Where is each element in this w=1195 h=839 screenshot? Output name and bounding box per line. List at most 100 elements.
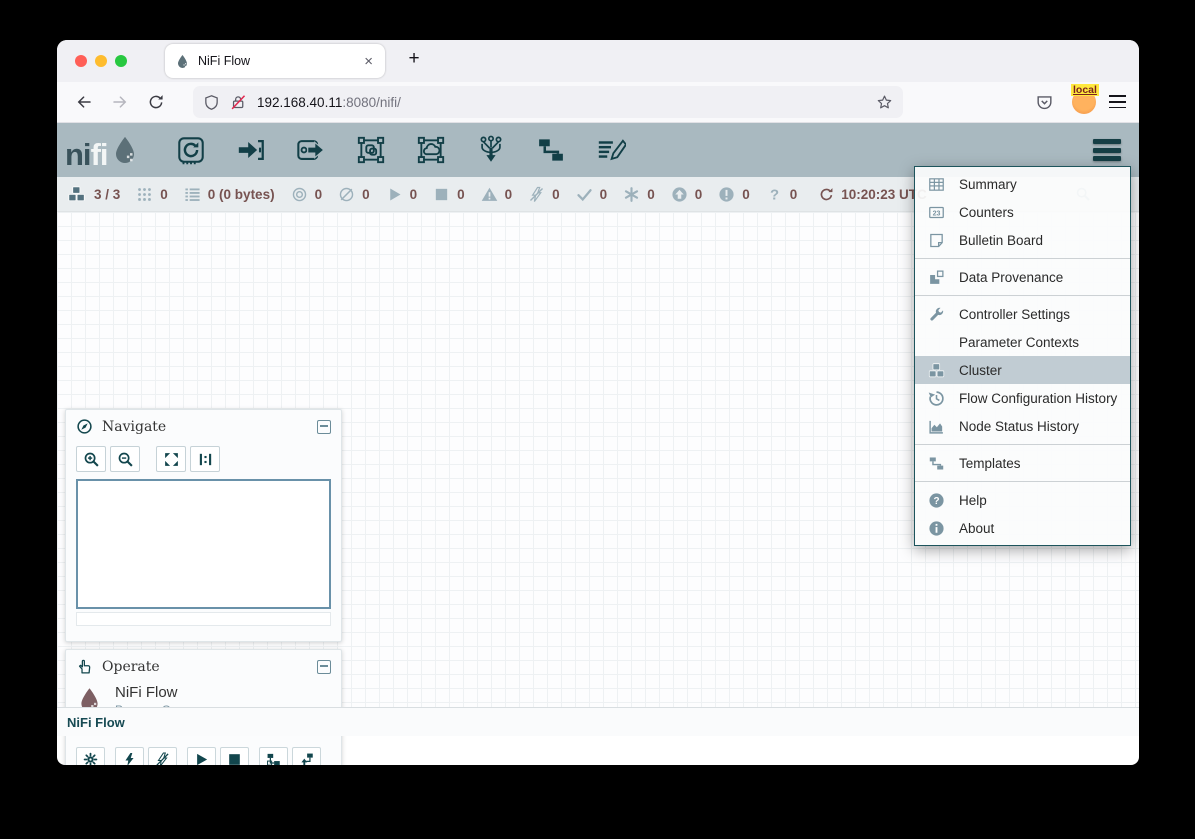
actual-size-button[interactable]	[190, 446, 220, 472]
hand-icon	[76, 658, 93, 675]
nifi-logo: nifi	[65, 132, 140, 168]
menu-item-cluster[interactable]: Cluster	[915, 356, 1130, 384]
stat-value: 0	[410, 187, 418, 202]
stat-value: 0	[362, 187, 370, 202]
stat-value: 0	[742, 187, 750, 202]
close-window-button[interactable]	[75, 55, 87, 67]
profile-badge: local	[1071, 84, 1099, 96]
stat-value: 0 (0 bytes)	[208, 187, 275, 202]
last-refresh-clock[interactable]: 10:20:23 UTC	[819, 187, 927, 202]
pocket-icon[interactable]	[1035, 93, 1054, 112]
stat-disabled: 0	[528, 186, 560, 203]
configure-button[interactable]	[76, 747, 105, 765]
stat-sync-question: ?0	[766, 186, 798, 203]
browser-tab[interactable]: NiFi Flow ×	[165, 44, 385, 78]
stop-icon	[227, 752, 242, 765]
birdseye-strip[interactable]	[76, 612, 331, 626]
shield-icon[interactable]	[203, 94, 220, 111]
insecure-lock-icon[interactable]	[230, 94, 247, 111]
menu-item-templates[interactable]: Templates	[915, 449, 1130, 477]
zoom-fit-button[interactable]	[156, 446, 186, 472]
disabled-icon	[528, 186, 545, 203]
menu-item-bulletin-board[interactable]: Bulletin Board	[915, 226, 1130, 254]
menu-separator	[915, 258, 1130, 259]
navigate-title: Navigate	[102, 419, 317, 435]
invalid-icon	[623, 186, 640, 203]
breadcrumb[interactable]: NiFi Flow	[67, 715, 125, 730]
not-transmitting-icon	[338, 186, 355, 203]
menu-item-data-provenance[interactable]: Data Provenance	[915, 263, 1130, 291]
stat-value: 0	[600, 187, 608, 202]
birdseye-minimap[interactable]	[76, 479, 331, 609]
save-template-button[interactable]	[259, 747, 288, 765]
bookmark-star-icon[interactable]	[876, 94, 893, 111]
warning-icon	[481, 186, 498, 203]
menu-item-flow-configuration-history[interactable]: Flow Configuration History	[915, 384, 1130, 412]
input-port-toolbar-icon[interactable]	[236, 135, 266, 165]
global-menu: Summary 23CountersBulletin Board Data Prov…	[914, 166, 1131, 546]
stat-cluster: 3 / 3	[66, 185, 120, 203]
svg-text:?: ?	[770, 187, 779, 203]
counters-icon: 23	[928, 204, 945, 221]
menu-item-parameter-contexts[interactable]: Parameter Contexts	[915, 328, 1130, 356]
stat-up-to-date: 0	[671, 186, 703, 203]
navigate-buttons	[66, 439, 341, 472]
operate-title: Operate	[102, 659, 317, 675]
minimize-window-button[interactable]	[95, 55, 107, 67]
processor-toolbar-icon[interactable]	[176, 135, 206, 165]
start-button[interactable]	[187, 747, 216, 765]
label-toolbar-icon[interactable]	[596, 135, 626, 165]
stat-grid: 0	[136, 186, 168, 203]
cluster-icon	[66, 185, 87, 203]
process-group-toolbar-icon[interactable]	[356, 135, 386, 165]
stat-transmitting: 0	[291, 186, 323, 203]
actual-size-icon	[197, 451, 214, 468]
browser-menu-icon[interactable]	[1109, 95, 1126, 109]
nifi-favicon	[175, 54, 190, 69]
running-icon	[386, 186, 403, 203]
cluster-icon	[928, 362, 945, 379]
menu-item-label: About	[959, 521, 994, 536]
disable-button[interactable]	[148, 747, 177, 765]
help-icon: ?	[928, 492, 945, 509]
refresh-icon[interactable]	[819, 187, 834, 202]
menu-item-about[interactable]: About	[915, 514, 1130, 542]
menu-item-counters[interactable]: 23Counters	[915, 198, 1130, 226]
menu-item-summary[interactable]: Summary	[915, 170, 1130, 198]
reload-icon[interactable]	[147, 93, 165, 111]
template-icon	[928, 455, 945, 472]
upload-template-button[interactable]	[292, 747, 321, 765]
funnel-toolbar-icon[interactable]	[476, 135, 506, 165]
menu-item-label: Parameter Contexts	[959, 335, 1079, 350]
flow-name: NiFi Flow	[115, 684, 195, 701]
stop-button[interactable]	[220, 747, 249, 765]
stat-value: 0	[160, 187, 168, 202]
stat-locally-modified: 0	[718, 186, 750, 203]
up-to-date-icon	[671, 186, 688, 203]
zoom-in-button[interactable]	[76, 446, 106, 472]
zoom-out-button[interactable]	[110, 446, 140, 472]
remote-process-group-toolbar-icon[interactable]	[416, 135, 446, 165]
global-menu-button[interactable]	[1093, 139, 1121, 161]
back-icon[interactable]	[75, 93, 93, 111]
menu-separator	[915, 295, 1130, 296]
collapse-navigate-button[interactable]	[317, 420, 331, 434]
browser-window: NiFi Flow × + 192.168.40.11:8080/nifi/ l…	[57, 40, 1139, 765]
url-bar[interactable]: 192.168.40.11:8080/nifi/	[193, 86, 903, 118]
menu-item-node-status-history[interactable]: Node Status History	[915, 412, 1130, 440]
menu-item-help[interactable]: ? Help	[915, 486, 1130, 514]
collapse-operate-button[interactable]	[317, 660, 331, 674]
output-port-toolbar-icon[interactable]	[296, 135, 326, 165]
enable-button[interactable]	[115, 747, 144, 765]
new-tab-button[interactable]: +	[401, 48, 427, 70]
operate-buttons-row1	[76, 747, 331, 765]
menu-item-label: Summary	[959, 177, 1017, 192]
menu-item-controller-settings[interactable]: Controller Settings	[915, 300, 1130, 328]
menu-item-label: Help	[959, 493, 987, 508]
close-tab-icon[interactable]: ×	[362, 53, 375, 70]
zoom-window-button[interactable]	[115, 55, 127, 67]
stat-valid: 0	[576, 186, 608, 203]
menu-separator	[915, 444, 1130, 445]
grid-icon	[136, 186, 153, 203]
template-toolbar-icon[interactable]	[536, 135, 566, 165]
